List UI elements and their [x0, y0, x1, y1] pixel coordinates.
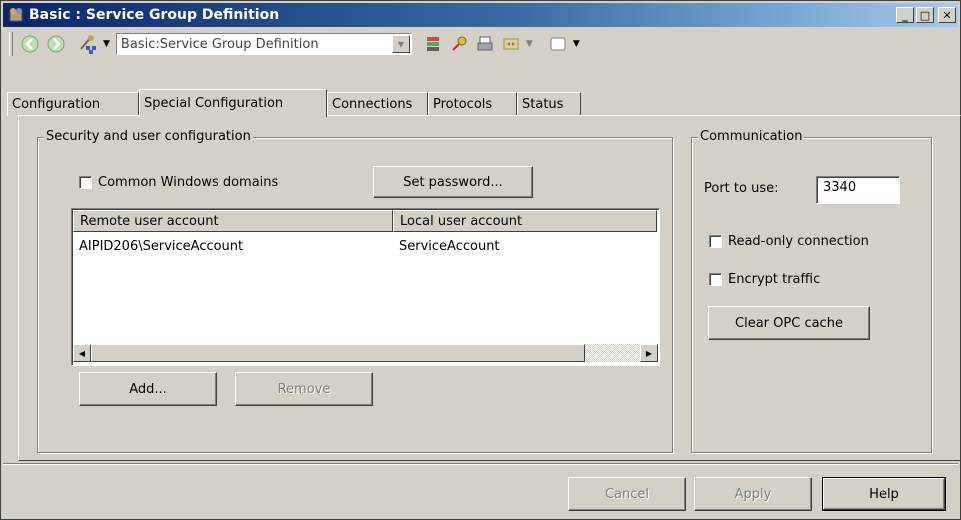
- toolbar-grip[interactable]: [9, 32, 13, 56]
- clear-opc-cache-button[interactable]: Clear OPC cache: [708, 306, 870, 340]
- title-bar[interactable]: Basic : Service Group Definition _ □ ✕: [3, 3, 958, 27]
- service-group-window: Basic : Service Group Definition _ □ ✕ ▼…: [0, 0, 961, 520]
- remove-label: Remove: [277, 381, 331, 397]
- toolbar: ▼ Basic:Service Group Definition ▼ ▼ ▼: [3, 29, 958, 59]
- port-value: 3340: [823, 180, 857, 195]
- chevron-down-icon[interactable]: ▼: [526, 39, 533, 49]
- clear-opc-cache-label: Clear OPC cache: [735, 315, 843, 331]
- security-group-legend: Security and user configuration: [44, 129, 253, 144]
- tab-label: Configuration: [12, 97, 101, 112]
- add-button[interactable]: Add...: [79, 372, 217, 406]
- chevron-down-icon[interactable]: ▼: [573, 39, 580, 49]
- print-icon[interactable]: [474, 33, 496, 55]
- maximize-button[interactable]: □: [916, 7, 934, 23]
- help-button[interactable]: Help: [822, 477, 946, 511]
- list-header: Remote user account Local user account: [73, 210, 657, 232]
- checkbox-box[interactable]: [709, 273, 722, 286]
- tab-connections[interactable]: Connections: [327, 92, 428, 116]
- window-title: Basic : Service Group Definition: [29, 7, 280, 23]
- encrypt-label: Encrypt traffic: [728, 272, 821, 287]
- set-password-label: Set password...: [403, 174, 503, 190]
- encrypt-checkbox[interactable]: Encrypt traffic: [709, 272, 820, 287]
- filter-icon[interactable]: [500, 33, 522, 55]
- tab-configuration[interactable]: Configuration: [7, 92, 139, 116]
- column-label: Remote user account: [80, 213, 219, 229]
- set-password-button[interactable]: Set password...: [373, 166, 533, 198]
- cancel-button[interactable]: Cancel: [568, 477, 686, 511]
- port-input[interactable]: 3340: [816, 176, 900, 204]
- readonly-checkbox[interactable]: Read-only connection: [709, 234, 869, 249]
- maximize-icon: □: [919, 8, 931, 22]
- cancel-label: Cancel: [604, 486, 650, 502]
- tab-status[interactable]: Status: [517, 92, 581, 116]
- tab-label: Connections: [332, 97, 413, 112]
- user-accounts-list[interactable]: Remote user account Local user account A…: [71, 208, 660, 366]
- add-label: Add...: [129, 381, 167, 397]
- local-user-cell: ServiceAccount: [399, 239, 500, 254]
- close-icon: ✕: [942, 8, 952, 22]
- view-combobox-value: Basic:Service Group Definition: [120, 36, 319, 52]
- back-icon[interactable]: [19, 33, 41, 55]
- chevron-down-icon[interactable]: ▼: [103, 39, 110, 49]
- app-icon: [9, 8, 23, 22]
- view-combobox[interactable]: Basic:Service Group Definition ▼: [115, 33, 412, 55]
- footer-separator: [3, 463, 958, 465]
- window-controls: _ □ ✕: [894, 7, 956, 23]
- chevron-down-icon[interactable]: ▼: [391, 35, 410, 53]
- close-button[interactable]: ✕: [938, 7, 956, 23]
- checkbox-box[interactable]: [79, 176, 92, 189]
- remove-button[interactable]: Remove: [235, 372, 373, 406]
- common-domains-label: Common Windows domains: [98, 175, 279, 190]
- scrollbar-thumb[interactable]: [91, 344, 585, 362]
- tab-label: Status: [522, 97, 564, 112]
- column-local-user[interactable]: Local user account: [393, 210, 657, 232]
- readonly-label: Read-only connection: [728, 234, 869, 249]
- horizontal-scrollbar[interactable]: ◀ ▶: [73, 344, 658, 362]
- network-tool-icon[interactable]: [77, 33, 99, 55]
- stack-icon[interactable]: [422, 33, 444, 55]
- scroll-left-icon[interactable]: ◀: [73, 344, 91, 362]
- tab-special-configuration[interactable]: Special Configuration: [139, 89, 327, 117]
- column-label: Local user account: [400, 213, 523, 229]
- scrollbar-track[interactable]: [585, 344, 640, 362]
- tab-protocols[interactable]: Protocols: [428, 92, 517, 116]
- window-icon[interactable]: [547, 33, 569, 55]
- communication-group-legend: Communication: [698, 129, 805, 144]
- apply-label: Apply: [734, 486, 772, 502]
- column-remote-user[interactable]: Remote user account: [73, 210, 393, 232]
- minimize-icon: _: [902, 8, 908, 22]
- pin-icon[interactable]: [448, 33, 470, 55]
- port-label: Port to use:: [704, 181, 779, 196]
- common-domains-checkbox[interactable]: Common Windows domains: [79, 175, 278, 190]
- minimize-button[interactable]: _: [896, 7, 914, 23]
- scroll-right-icon[interactable]: ▶: [640, 344, 658, 362]
- apply-button[interactable]: Apply: [694, 477, 812, 511]
- tab-label: Protocols: [433, 97, 493, 112]
- checkbox-box[interactable]: [709, 235, 722, 248]
- remote-user-cell: AIPID206\ServiceAccount: [79, 239, 244, 254]
- table-row[interactable]: AIPID206\ServiceAccount ServiceAccount: [73, 239, 657, 254]
- help-label: Help: [869, 486, 899, 502]
- tab-label: Special Configuration: [144, 96, 284, 111]
- forward-icon[interactable]: [45, 33, 67, 55]
